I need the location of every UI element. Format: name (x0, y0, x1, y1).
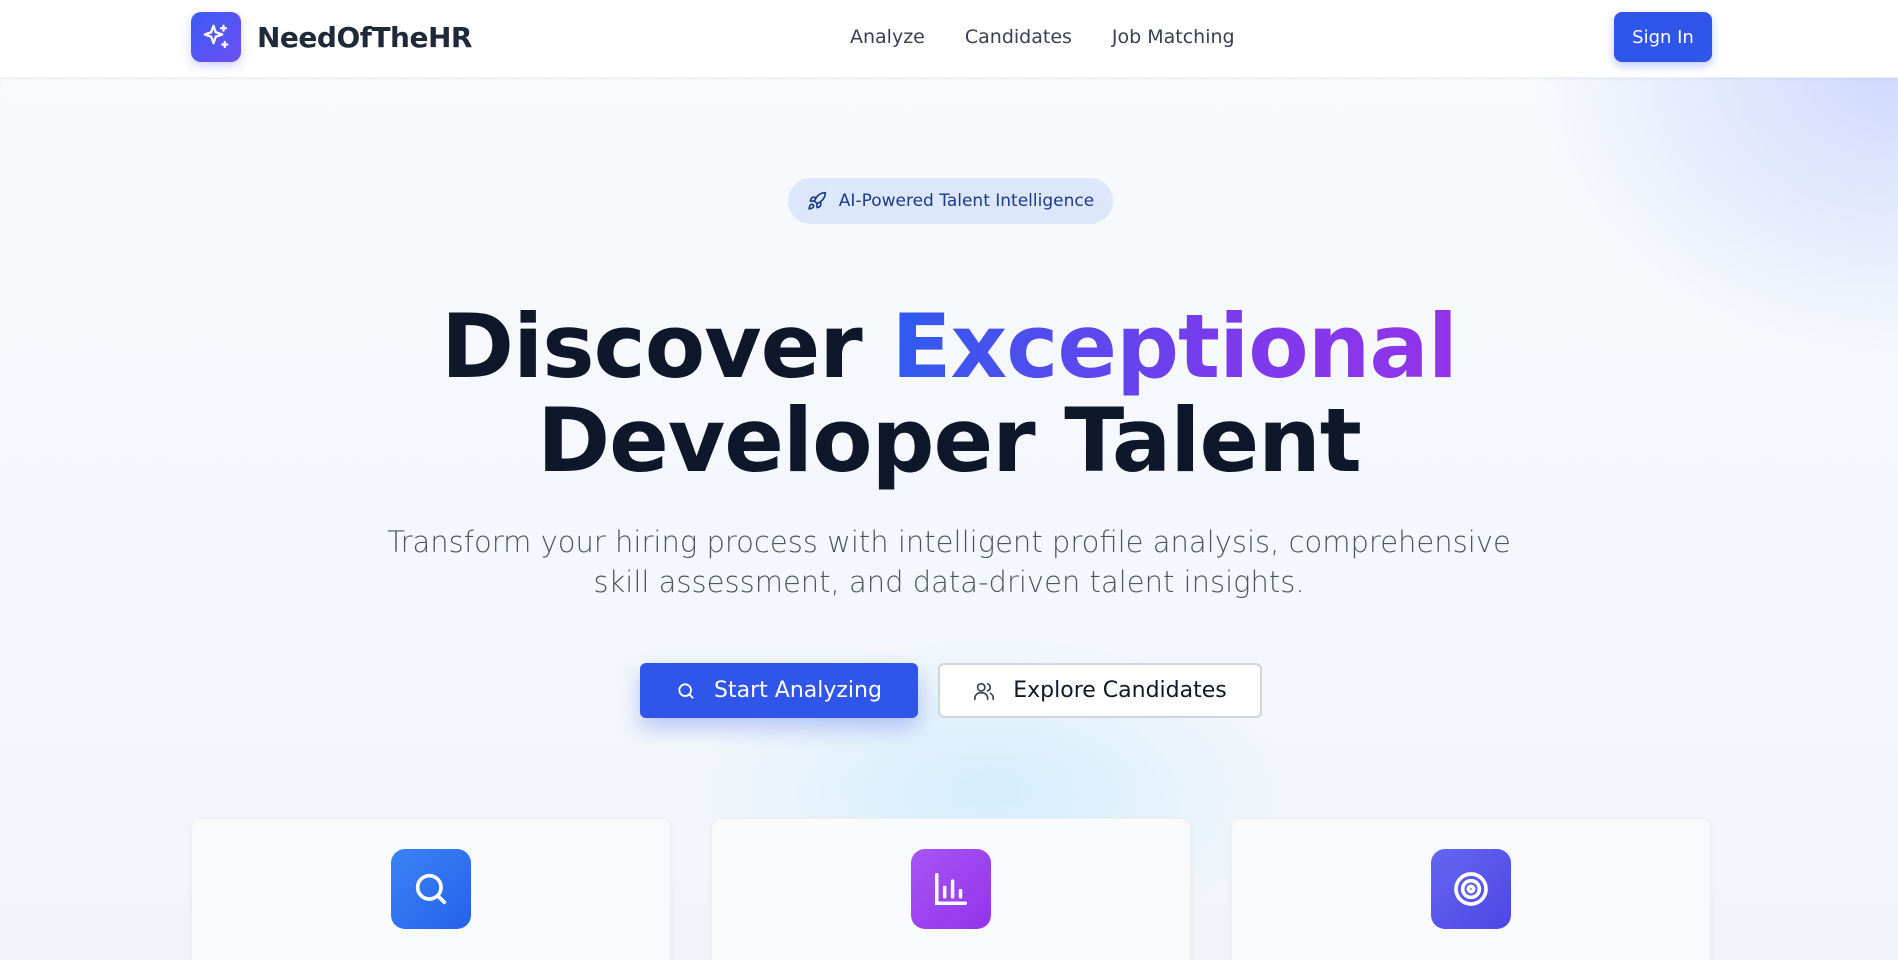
explore-candidates-label: Explore Candidates (1013, 678, 1227, 703)
feature-card-insights (711, 818, 1191, 960)
hero-subtitle: Transform your hiring process with intel… (387, 525, 1511, 599)
hero-badge: AI-Powered Talent Intelligence (788, 178, 1113, 224)
search-icon (391, 849, 471, 929)
badge-text: AI-Powered Talent Intelligence (838, 191, 1095, 211)
headline-part1: Discover (441, 295, 863, 398)
nav-link-job-matching[interactable]: Job Matching (1112, 26, 1235, 48)
hero-headline: Discover Exceptional Developer Talent (0, 300, 1898, 488)
headline-line2: Developer Talent (537, 389, 1362, 492)
sparkles-icon (191, 12, 241, 62)
main-nav: Analyze Candidates Job Matching (850, 26, 1235, 48)
nav-link-candidates[interactable]: Candidates (965, 26, 1072, 48)
feature-card-matching (1231, 818, 1711, 960)
start-analyzing-button[interactable]: Start Analyzing (640, 663, 918, 718)
brand-name: NeedOfTheHR (257, 20, 472, 54)
brand[interactable]: NeedOfTheHR (191, 12, 472, 62)
top-navbar: NeedOfTheHR Analyze Candidates Job Match… (0, 0, 1898, 78)
feature-card-analyze (191, 818, 671, 960)
sign-in-button[interactable]: Sign In (1614, 12, 1712, 62)
search-icon (676, 681, 696, 701)
headline-highlight: Exceptional (891, 295, 1458, 398)
rocket-icon (807, 191, 827, 211)
target-icon (1431, 849, 1511, 929)
explore-candidates-button[interactable]: Explore Candidates (938, 663, 1262, 718)
nav-link-analyze[interactable]: Analyze (850, 26, 925, 48)
users-icon (973, 680, 995, 702)
start-analyzing-label: Start Analyzing (714, 678, 882, 703)
bar-chart-icon (911, 849, 991, 929)
